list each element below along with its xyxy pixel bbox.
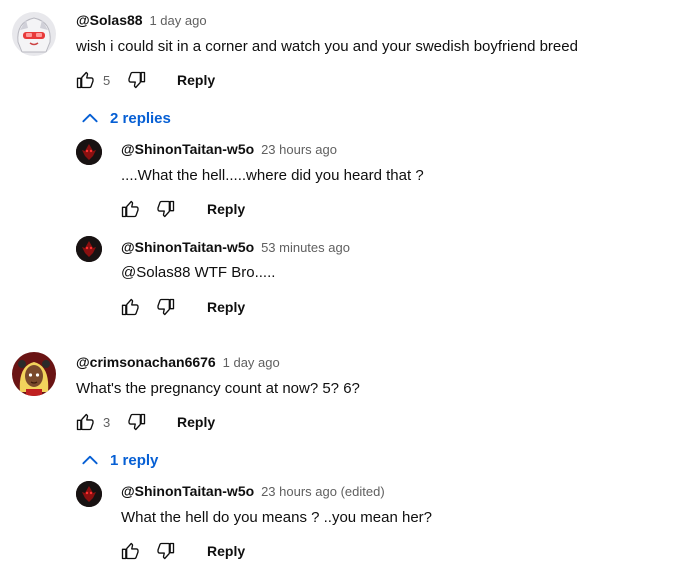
author-name[interactable]: @ShinonTaitan-w5o: [121, 239, 254, 255]
comment-action-bar: Reply: [118, 295, 245, 319]
comment-text: @Solas88 WTF Bro.....: [121, 264, 276, 281]
comment-author-line: @ShinonTaitan-w5o 53 minutes ago: [121, 239, 350, 255]
comment-timestamp[interactable]: 1 day ago: [149, 13, 206, 28]
author-name[interactable]: @crimsonachan6676: [76, 354, 216, 370]
replies-toggle-label: 2 replies: [110, 109, 171, 127]
avatar[interactable]: [12, 352, 56, 396]
thumbs-down-icon: [157, 200, 175, 218]
comment-text: What the hell do you means ? ..you mean …: [121, 509, 433, 526]
replies-toggle-label: 1 reply: [110, 451, 159, 469]
comment-author-line: @Solas88 1 day ago: [76, 12, 207, 28]
chevron-up-icon: [82, 113, 98, 123]
thumbs-up-icon: [76, 413, 94, 431]
author-name[interactable]: @ShinonTaitan-w5o: [121, 141, 254, 157]
author-name[interactable]: @Solas88: [76, 12, 143, 28]
comment-text: What's the pregnancy count at now? 5? 6?: [76, 380, 360, 397]
avatar[interactable]: [76, 236, 102, 262]
like-button[interactable]: [73, 68, 97, 92]
like-count: 5: [103, 72, 111, 88]
avatar[interactable]: [12, 12, 56, 56]
dislike-button[interactable]: [154, 295, 178, 319]
comment-author-line: @crimsonachan6676 1 day ago: [76, 354, 280, 370]
author-name[interactable]: @ShinonTaitan-w5o: [121, 483, 254, 499]
reply-button[interactable]: Reply: [177, 414, 215, 430]
like-button[interactable]: [73, 410, 97, 434]
thumbs-down-icon: [157, 542, 175, 560]
comment-text: wish i could sit in a corner and watch y…: [76, 38, 578, 55]
replies-toggle[interactable]: 1 reply: [80, 450, 158, 470]
comment-timestamp[interactable]: 1 day ago: [223, 355, 280, 370]
dislike-button[interactable]: [154, 197, 178, 221]
like-button[interactable]: [118, 295, 142, 319]
comment-action-bar: 3 Reply: [73, 410, 215, 434]
thumbs-up-icon: [121, 200, 139, 218]
dislike-button[interactable]: [125, 410, 149, 434]
comment-text: ....What the hell.....where did you hear…: [121, 167, 424, 184]
comment-author-line: @ShinonTaitan-w5o 23 hours ago: [121, 141, 337, 157]
dislike-button[interactable]: [154, 539, 178, 563]
like-button[interactable]: [118, 539, 142, 563]
comment-timestamp[interactable]: 23 hours ago: [261, 142, 337, 157]
avatar[interactable]: [76, 139, 102, 165]
reply-button[interactable]: Reply: [207, 543, 245, 559]
like-button[interactable]: [118, 197, 142, 221]
comment-timestamp[interactable]: 23 hours ago (edited): [261, 484, 385, 499]
replies-toggle[interactable]: 2 replies: [80, 108, 171, 128]
chevron-up-icon: [82, 455, 98, 465]
thumbs-up-icon: [76, 71, 94, 89]
thumbs-down-icon: [128, 413, 146, 431]
comment-action-bar: Reply: [118, 539, 245, 563]
thumbs-down-icon: [157, 298, 175, 316]
comment-action-bar: Reply: [118, 197, 245, 221]
comment-action-bar: 5 Reply: [73, 68, 215, 92]
comment-timestamp[interactable]: 53 minutes ago: [261, 240, 350, 255]
reply-button[interactable]: Reply: [177, 72, 215, 88]
dislike-button[interactable]: [125, 68, 149, 92]
comment-author-line: @ShinonTaitan-w5o 23 hours ago (edited): [121, 483, 385, 499]
like-count: 3: [103, 414, 111, 430]
avatar[interactable]: [76, 481, 102, 507]
thumbs-down-icon: [128, 71, 146, 89]
reply-button[interactable]: Reply: [207, 201, 245, 217]
reply-button[interactable]: Reply: [207, 299, 245, 315]
thumbs-up-icon: [121, 298, 139, 316]
thumbs-up-icon: [121, 542, 139, 560]
